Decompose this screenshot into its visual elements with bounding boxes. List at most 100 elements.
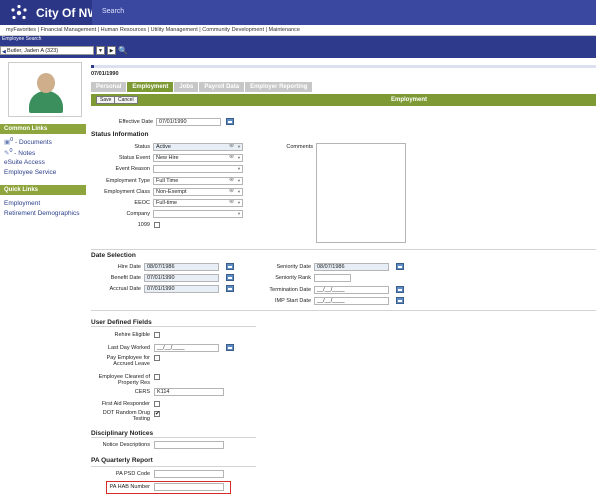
employee-select-value: Butler, Jaden A (323) [7,48,59,54]
tab-employment[interactable]: Employment [127,82,174,92]
status-event-select[interactable]: New Hire ⊗ ▼ [153,154,243,162]
divider [91,310,596,311]
menu-item-financial[interactable]: Financial Management [40,27,96,33]
main-menu: myFavorites | Financial Management | Hum… [0,25,596,36]
chevron-down-icon[interactable]: ▼ [237,166,241,172]
cancel-button[interactable]: Cancel [114,96,138,104]
last-day-worked-calendar-icon[interactable] [226,344,234,351]
hire-date-input[interactable]: 08/07/1986 [144,263,219,271]
prev-arrow-icon[interactable]: ◀ [2,48,6,56]
pa-quarterly-report-title: PA Quarterly Report [91,457,153,464]
avatar-head [37,73,55,93]
menu-item-community[interactable]: Community Development [202,27,264,33]
record-date: 07/01/1990 [91,71,119,77]
accrual-date-label: Accrual Date [109,286,142,292]
status-event-value: New Hire [156,155,179,161]
menu-item-maintenance[interactable]: Maintenance [268,27,300,33]
clear-icon[interactable]: ⊗ [229,155,234,160]
app-logo[interactable]: City Of NWS [0,0,107,25]
employment-class-select[interactable]: Non-Exempt ⊗ ▼ [153,188,243,196]
tab-payroll-data[interactable]: Payroll Data [199,82,245,92]
first-aid-checkbox[interactable] [154,401,160,407]
employment-class-label: Employment Class [104,189,150,195]
accrual-date-input[interactable]: 07/01/1990 [144,285,219,293]
logo-icon [10,4,28,22]
nav-link-notes[interactable]: ✎0 - Notes [4,148,35,157]
menu-item-utility[interactable]: Utility Management [151,27,198,33]
seniority-date-label: Seniority Date [276,264,311,270]
last-day-worked-input[interactable]: __/__/____ [154,344,219,352]
hire-date-calendar-icon[interactable] [226,263,234,270]
divider [91,249,596,250]
status-label: Status [134,144,150,150]
company-select[interactable]: ▼ [153,210,243,218]
global-search-input[interactable]: Search [92,0,596,25]
horizontal-scrollbar[interactable] [91,65,596,68]
documents-badge: 0 [10,137,14,143]
benefit-date-label: Benefit Date [110,275,141,281]
termination-date-input[interactable]: __/__/____ [314,286,389,294]
last-day-worked-label: Last Day Worked [107,345,150,351]
comments-textarea[interactable] [316,143,406,243]
dot-drug-testing-label: DOT Random Drug Testing [102,410,150,422]
company-label: Company [126,211,150,217]
chevron-down-icon[interactable]: ▼ [237,155,241,161]
menu-item-hr[interactable]: Human Resources [101,27,147,33]
chevron-down-icon[interactable]: ▼ [237,189,241,195]
benefit-date-calendar-icon[interactable] [226,274,234,281]
divider [91,437,256,438]
nav-link-employment[interactable]: Employment [4,200,40,207]
status-select[interactable]: Active ⊗ ▼ [153,143,243,151]
tab-jobs[interactable]: Jobs [174,82,199,92]
chevron-down-icon[interactable]: ▼ [237,144,241,150]
benefit-date-input[interactable]: 07/01/1990 [144,274,219,282]
common-links-header: Common Links [0,124,86,134]
cers-input[interactable]: K114 [154,388,224,396]
effective-date-input[interactable]: 07/01/1990 [156,118,221,126]
tab-employer-reporting[interactable]: Employer Reporting [245,82,313,92]
pay-accrued-leave-label: Pay Employee for Accrued Leave [106,355,150,367]
save-button[interactable]: Save [96,96,116,104]
notice-descriptions-input[interactable] [154,441,224,449]
nav-link-esuite[interactable]: eSuite Access [4,159,45,166]
dot-drug-testing-checkbox[interactable]: ✔ [154,411,160,417]
termination-date-calendar-icon[interactable] [396,286,404,293]
seniority-rank-input[interactable] [314,274,351,282]
seniority-date-calendar-icon[interactable] [396,263,404,270]
event-reason-select[interactable]: ▼ [153,165,243,173]
clear-icon[interactable]: ⊗ [229,200,234,205]
rehire-eligible-checkbox[interactable] [154,332,160,338]
employee-select[interactable]: ◀ Butler, Jaden A (323) [0,46,94,55]
search-icon[interactable]: 🔍 [118,46,129,56]
nav-link-documents[interactable]: ▣0 - Documents [4,137,52,146]
quick-links-header: Quick Links [0,185,86,195]
accrual-date-calendar-icon[interactable] [226,285,234,292]
nav-link-employee-service[interactable]: Employee Service [4,169,56,176]
pay-accrued-leave-checkbox[interactable] [154,355,160,361]
chevron-down-icon[interactable]: ▼ [237,178,241,184]
date-selection-title: Date Selection [91,252,136,259]
pa-psd-code-input[interactable] [154,470,224,478]
cleared-property-checkbox[interactable] [154,374,160,380]
eeoc-select[interactable]: Full-time ⊗ ▼ [153,199,243,207]
seniority-date-input[interactable]: 08/07/1986 [314,263,389,271]
scrollbar-thumb[interactable] [91,65,94,68]
menu-item-favorites[interactable]: myFavorites [6,27,36,33]
pa-hab-number-input[interactable] [154,483,224,491]
effective-date-calendar-icon[interactable] [226,118,234,125]
clear-icon[interactable]: ⊗ [229,144,234,149]
employment-type-select[interactable]: Full Time ⊗ ▼ [153,177,243,185]
nav-link-retirement[interactable]: Retirement Demographics [4,210,80,217]
imp-start-date-calendar-icon[interactable] [396,297,404,304]
next-employee-button[interactable]: ▶ [107,46,116,55]
documents-label: Documents [18,139,52,147]
tab-personal[interactable]: Personal [91,82,127,92]
clear-icon[interactable]: ⊗ [229,178,234,183]
clear-icon[interactable]: ⊗ [229,189,234,194]
pa-hab-number-label: PA HAB Number [109,484,150,490]
imp-start-date-input[interactable]: __/__/____ [314,297,389,305]
form-1099-checkbox[interactable] [154,222,160,228]
employee-dropdown-button[interactable]: ▼ [96,46,105,55]
chevron-down-icon[interactable]: ▼ [237,211,241,217]
chevron-down-icon[interactable]: ▼ [237,200,241,206]
